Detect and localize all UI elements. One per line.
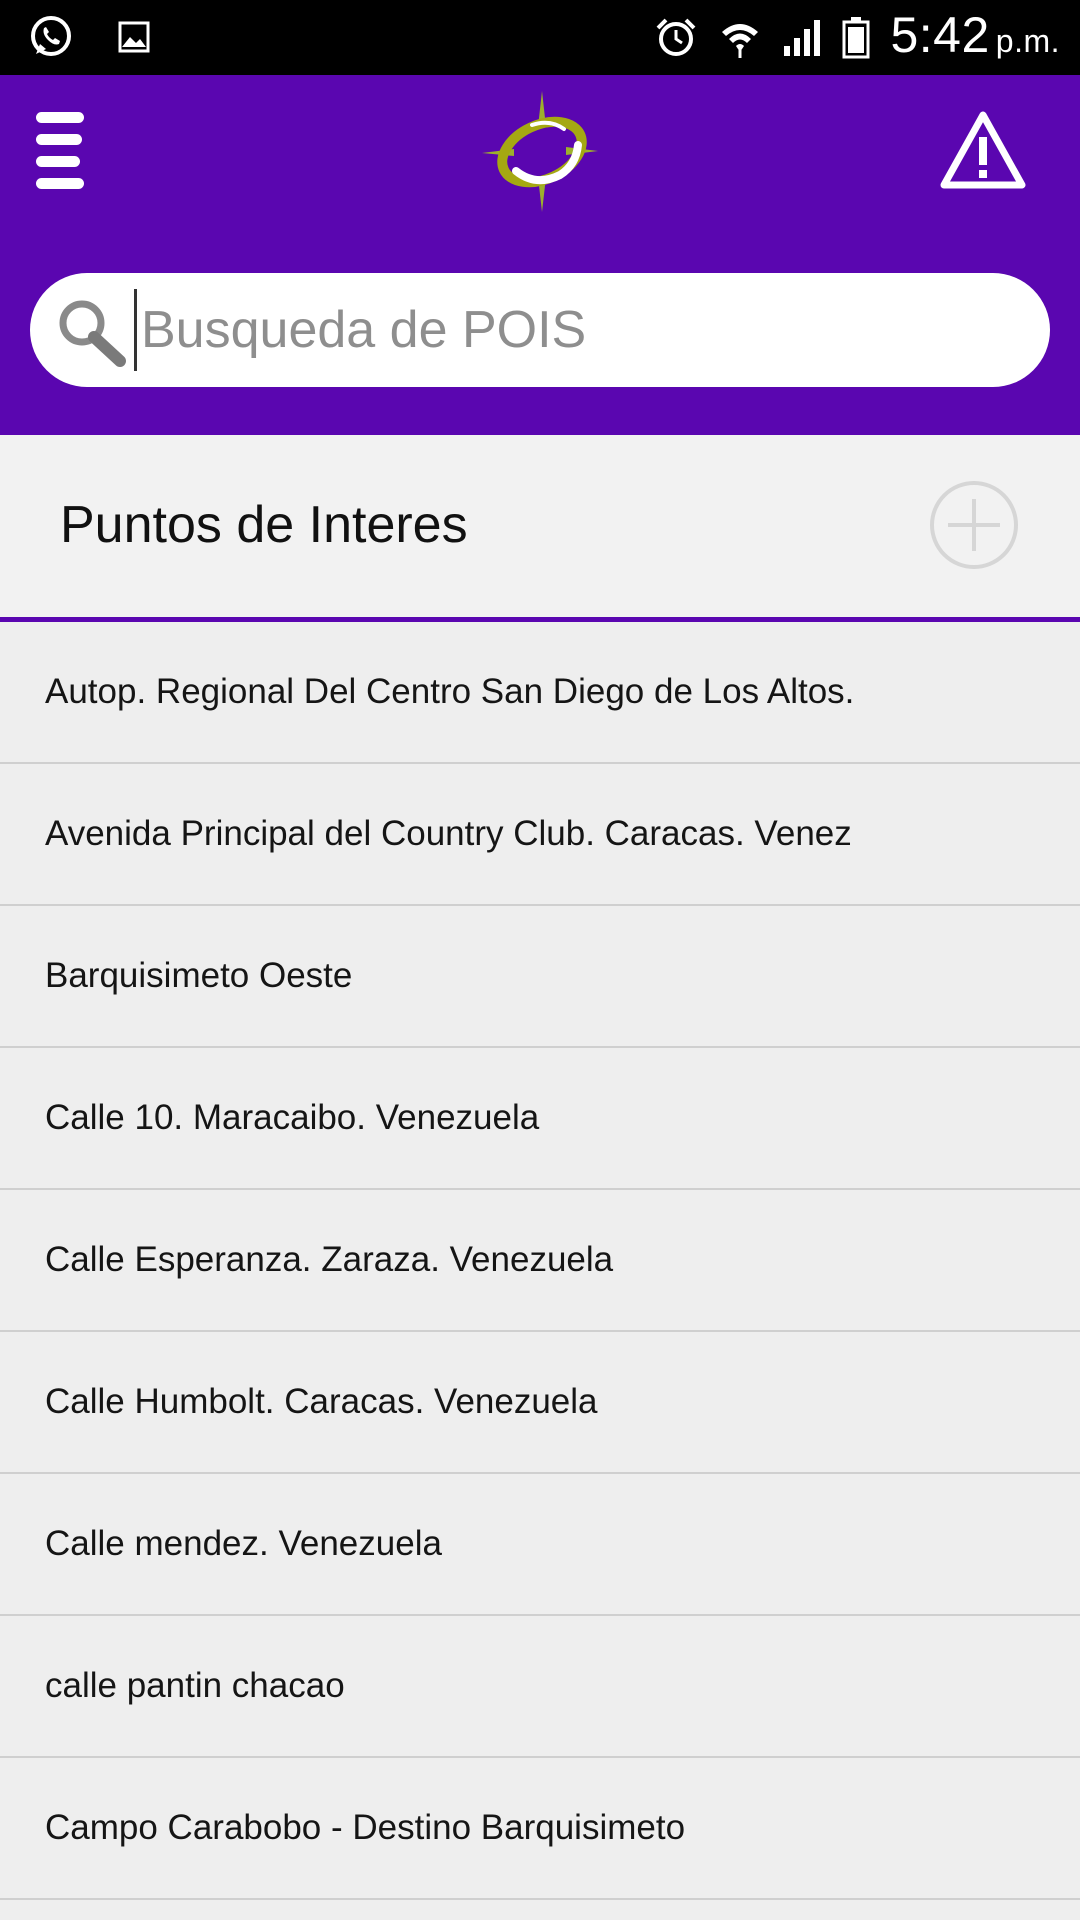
hamburger-menu-icon[interactable] bbox=[36, 112, 84, 190]
list-item[interactable]: Autop. Regional Del Centro San Diego de … bbox=[0, 622, 1080, 764]
list-item[interactable]: Calle Esperanza. Zaraza. Venezuela bbox=[0, 1190, 1080, 1332]
poi-list: Autop. Regional Del Centro San Diego de … bbox=[0, 622, 1080, 1900]
section-header: Puntos de Interes bbox=[0, 435, 1080, 622]
list-item[interactable]: Barquisimeto Oeste bbox=[0, 906, 1080, 1048]
add-circle-icon[interactable] bbox=[928, 479, 1020, 571]
whatsapp-icon bbox=[28, 14, 74, 60]
search-bar bbox=[30, 273, 1050, 387]
status-bar: 5:42 p.m. bbox=[0, 0, 1080, 75]
app-header bbox=[0, 75, 1080, 435]
alarm-icon bbox=[654, 16, 698, 60]
list-item[interactable]: Calle mendez. Venezuela bbox=[0, 1474, 1080, 1616]
compass-logo bbox=[482, 91, 598, 212]
wifi-icon bbox=[718, 16, 762, 60]
signal-icon bbox=[782, 18, 822, 58]
clock: 5:42 p.m. bbox=[890, 7, 1060, 63]
section-title: Puntos de Interes bbox=[60, 496, 468, 554]
list-item[interactable]: calle pantin chacao bbox=[0, 1616, 1080, 1758]
list-item[interactable]: Campo Carabobo - Destino Barquisimeto bbox=[0, 1758, 1080, 1900]
list-item[interactable]: Avenida Principal del Country Club. Cara… bbox=[0, 764, 1080, 906]
search-icon bbox=[59, 300, 126, 367]
image-icon bbox=[118, 21, 150, 53]
search-input[interactable] bbox=[134, 289, 1023, 371]
battery-icon bbox=[842, 17, 870, 59]
list-item[interactable]: Calle 10. Maracaibo. Venezuela bbox=[0, 1048, 1080, 1190]
warning-triangle-icon[interactable] bbox=[940, 111, 1026, 191]
list-item[interactable]: Calle Humbolt. Caracas. Venezuela bbox=[0, 1332, 1080, 1474]
